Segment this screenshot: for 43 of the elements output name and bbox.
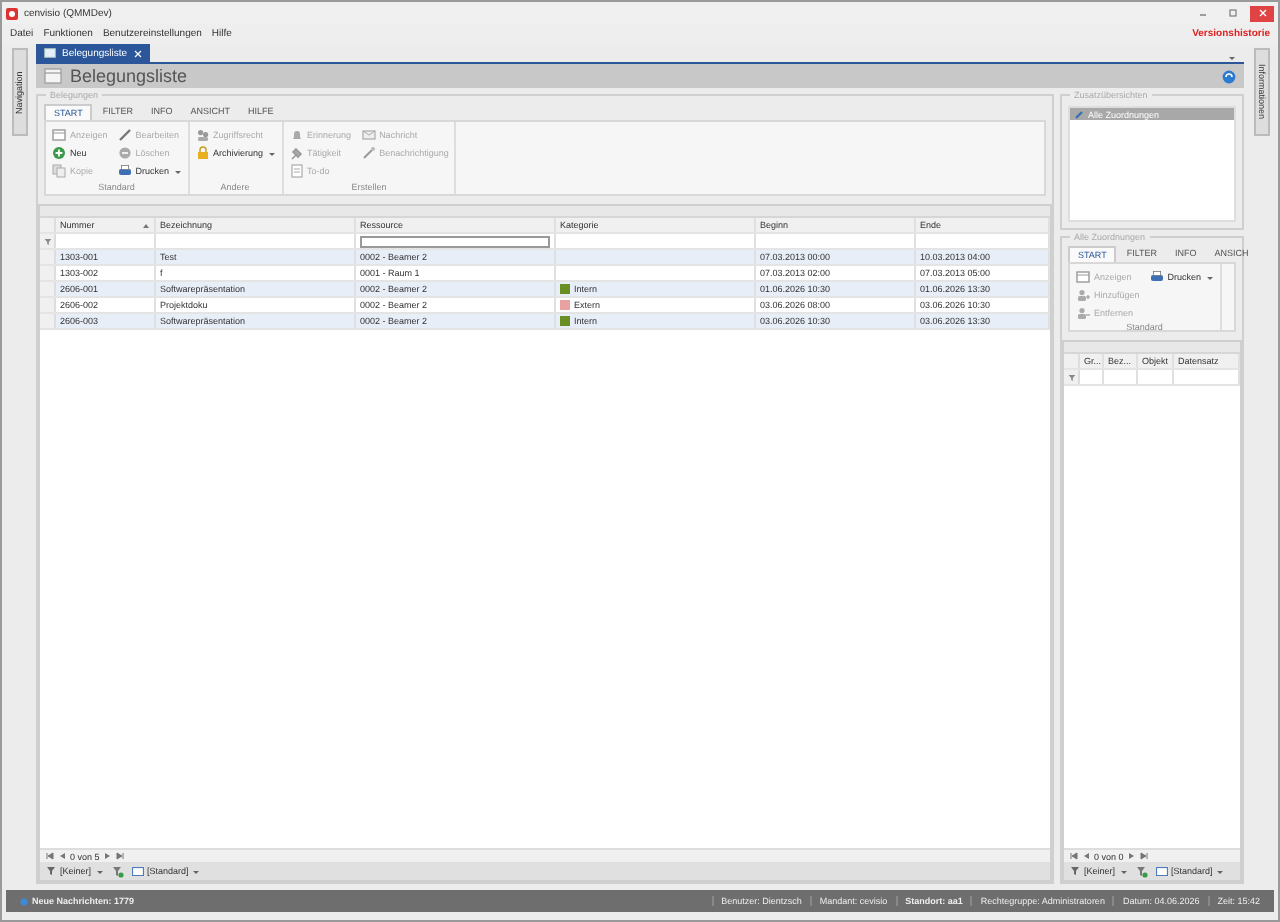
people-minus-icon — [1076, 306, 1090, 320]
filter-edit-icon[interactable] — [111, 865, 124, 877]
wand-icon — [361, 146, 376, 160]
refresh-icon[interactable] — [1222, 69, 1236, 83]
people-plus-icon — [1076, 288, 1090, 302]
filter-input[interactable] — [360, 235, 550, 247]
caret-icon — [1119, 867, 1128, 875]
restore-icon — [1227, 8, 1237, 18]
lock-icon — [195, 146, 210, 160]
first-page-icon[interactable] — [1070, 852, 1078, 860]
folder-icon — [1155, 866, 1168, 876]
first-page-icon[interactable] — [46, 852, 54, 860]
document-icon — [44, 48, 56, 58]
grid-icon — [52, 128, 66, 142]
checklist-icon — [289, 164, 304, 178]
filter-edit-icon[interactable] — [1135, 865, 1148, 877]
list-icon — [44, 68, 62, 84]
info-icon — [20, 897, 28, 905]
grid-icon — [1076, 270, 1090, 284]
close-button[interactable] — [1250, 5, 1274, 21]
people-icon — [195, 128, 210, 142]
plus-icon — [52, 146, 66, 160]
printer-icon — [117, 164, 132, 178]
folder-icon — [131, 866, 144, 876]
app-logo-icon — [6, 7, 18, 19]
caret-icon — [1216, 867, 1225, 875]
funnel-icon — [1070, 866, 1080, 876]
page-title: Belegungsliste — [70, 66, 188, 86]
caret-icon — [95, 867, 104, 875]
pencil-icon — [117, 128, 132, 142]
pin-icon — [289, 146, 304, 160]
last-page-icon[interactable] — [115, 852, 124, 860]
last-page-icon[interactable] — [1139, 852, 1148, 860]
funnel-icon — [46, 866, 56, 876]
minimize-icon — [1197, 8, 1207, 18]
caret-icon — [192, 867, 201, 875]
bell-icon — [289, 128, 304, 142]
close-icon[interactable] — [133, 49, 142, 57]
printer-icon — [1149, 270, 1164, 284]
delete-icon — [117, 146, 132, 160]
envelope-icon — [361, 128, 376, 142]
copy-icon — [52, 164, 66, 178]
close-icon — [1257, 8, 1267, 18]
